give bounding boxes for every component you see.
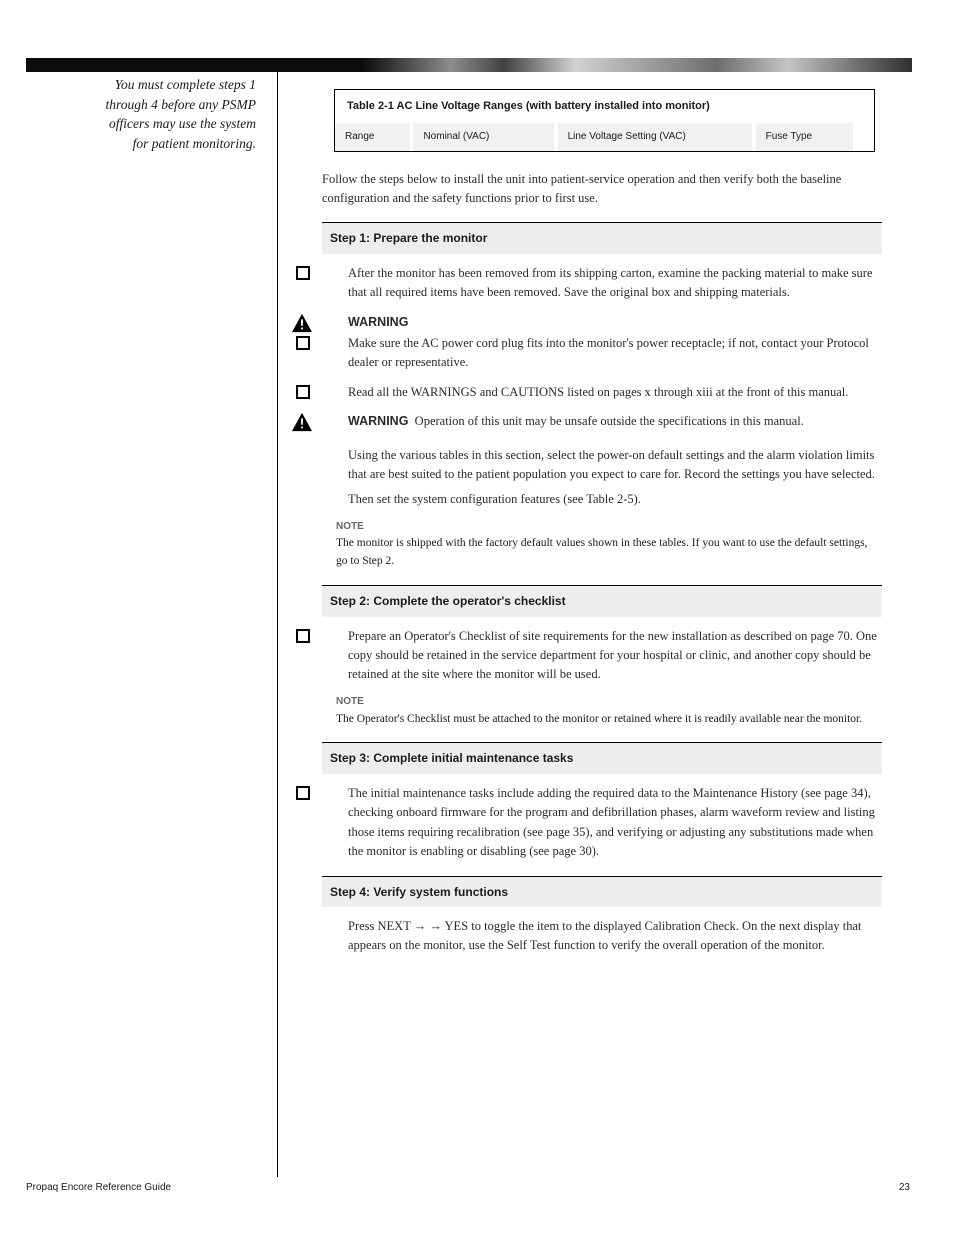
item-text: Make sure the AC power cord plug fits in… <box>348 334 882 373</box>
main-column: Table 2-1 AC Line Voltage Ranges (with b… <box>296 75 911 956</box>
warning-item: WARNING <box>322 313 882 332</box>
step-3-heading: Step 3: Complete initial maintenance tas… <box>322 742 882 774</box>
checklist-item: The initial maintenance tasks include ad… <box>322 784 882 862</box>
item-text: The initial maintenance tasks include ad… <box>348 784 882 862</box>
item-text: Prepare an Operator's Checklist of site … <box>348 627 882 685</box>
warning-text: Operation of this unit may be unsafe out… <box>415 414 804 428</box>
item-text: Press NEXT → → YES to toggle the item to… <box>348 917 882 956</box>
table-caption: Table 2-1 AC Line Voltage Ranges (with b… <box>335 90 874 123</box>
margin-line: You must complete steps 1 <box>26 75 256 95</box>
table-header-row: Range Nominal (VAC) Line Voltage Setting… <box>335 123 874 151</box>
checklist-item: Make sure the AC power cord plug fits in… <box>322 334 882 373</box>
item-text: Read all the WARNINGS and CAUTIONS liste… <box>348 383 882 402</box>
margin-line: through 4 before any PSMP <box>26 95 256 115</box>
warning-label: WARNING <box>348 414 408 428</box>
step-1-heading: Step 1: Prepare the monitor <box>322 222 882 254</box>
col-nominal: Nominal (VAC) <box>413 123 553 151</box>
left-margin-note: You must complete steps 1 through 4 befo… <box>26 75 266 153</box>
item-text: Then set the system configuration featur… <box>348 490 882 509</box>
vertical-rule <box>277 72 278 1177</box>
checkbox-icon <box>296 385 310 399</box>
warning-label: WARNING <box>348 313 882 332</box>
paragraph: Then set the system configuration featur… <box>322 490 882 509</box>
checkbox-icon <box>296 266 310 280</box>
checklist-item: Read all the WARNINGS and CAUTIONS liste… <box>322 383 882 402</box>
checkbox-icon <box>296 629 310 643</box>
col-fuse: Fuse Type <box>756 123 853 151</box>
step-4-heading: Step 4: Verify system functions <box>322 876 882 908</box>
checklist-item: After the monitor has been removed from … <box>322 264 882 303</box>
item-text: Using the various tables in this section… <box>348 446 882 485</box>
top-gradient-band <box>26 58 912 72</box>
note-label: NOTE <box>336 696 364 707</box>
checklist-item: Prepare an Operator's Checklist of site … <box>322 627 882 685</box>
warning-triangle-icon <box>291 412 313 432</box>
warning-triangle-icon <box>291 313 313 333</box>
note-text: The monitor is shipped with the factory … <box>336 537 867 567</box>
note-block: NOTE The monitor is shipped with the fac… <box>336 518 876 571</box>
checkbox-icon <box>296 336 310 350</box>
voltage-table: Table 2-1 AC Line Voltage Ranges (with b… <box>334 89 875 152</box>
col-range: Range <box>335 123 410 151</box>
note-label: NOTE <box>336 521 364 532</box>
margin-line: for patient monitoring. <box>26 134 256 154</box>
paragraph: Using the various tables in this section… <box>322 446 882 485</box>
item-text: After the monitor has been removed from … <box>348 264 882 303</box>
paragraph: Press NEXT → → YES to toggle the item to… <box>322 917 882 956</box>
step-2-heading: Step 2: Complete the operator's checklis… <box>322 585 882 617</box>
note-block: NOTE The Operator's Checklist must be at… <box>336 693 876 729</box>
note-text: The Operator's Checklist must be attache… <box>336 713 862 725</box>
warning-item: WARNING Operation of this unit may be un… <box>322 412 882 431</box>
checkbox-icon <box>296 786 310 800</box>
page-number: 23 <box>899 1182 910 1193</box>
margin-line: officers may use the system <box>26 114 256 134</box>
footer-title: Propaq Encore Reference Guide <box>26 1182 171 1193</box>
page: You must complete steps 1 through 4 befo… <box>0 0 954 1235</box>
col-setting: Line Voltage Setting (VAC) <box>558 123 752 151</box>
intro-paragraph: Follow the steps below to install the un… <box>322 170 882 209</box>
